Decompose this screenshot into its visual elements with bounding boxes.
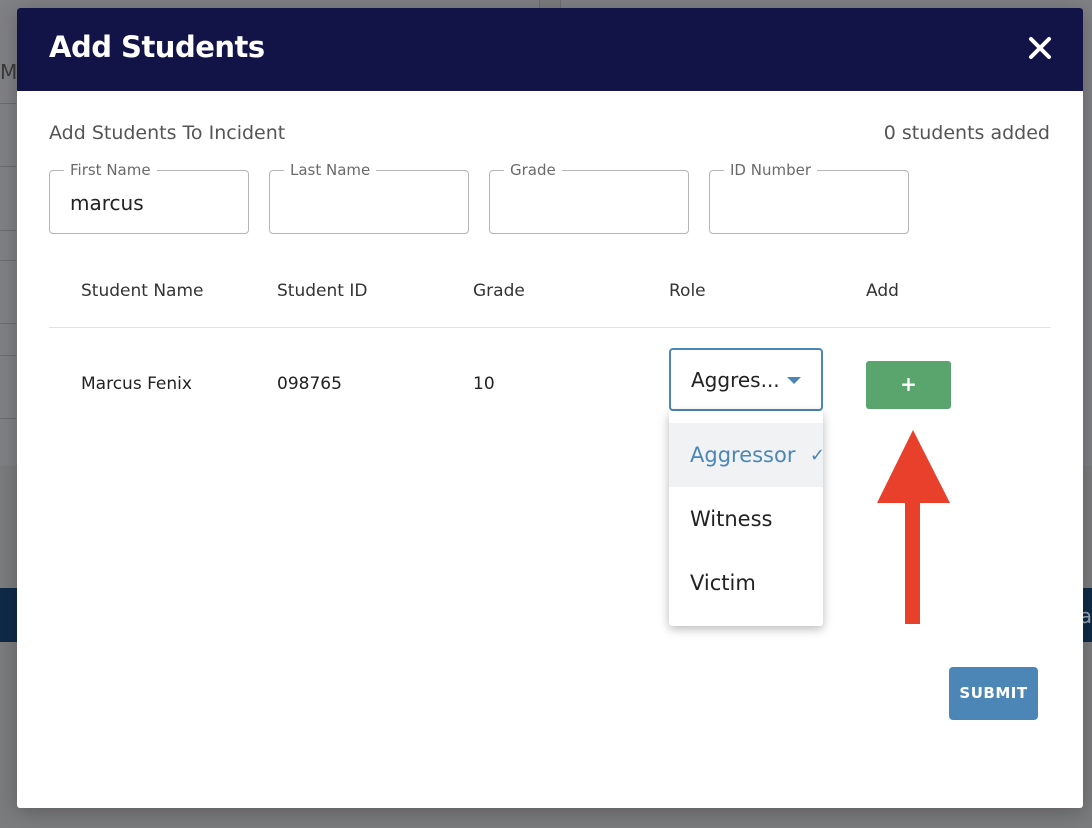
add-students-modal: Add Students Add Students To Incident 0 … [17,8,1083,808]
student-grade-cell: 10 [473,374,495,394]
submit-button-label: SUBMIT [959,684,1028,702]
first-name-label: First Name [64,161,157,179]
column-header-student-name: Student Name [81,281,204,301]
first-name-field[interactable]: First Name [49,161,249,234]
background-row-divider [0,418,16,419]
grade-input[interactable] [510,191,680,215]
background-partial-letter: M [0,60,18,84]
submit-button[interactable]: SUBMIT [949,667,1038,720]
column-header-add: Add [866,281,899,301]
plus-icon: + [900,372,917,396]
modal-title: Add Students [49,30,265,64]
id-number-field[interactable]: ID Number [709,161,909,234]
role-option-aggressor[interactable]: Aggressor ✓ [669,423,823,487]
last-name-label: Last Name [284,161,377,179]
check-icon: ✓ [809,445,823,466]
background-row-divider [0,260,16,261]
role-select-value: Aggres... [691,368,780,392]
column-header-role: Role [669,281,706,301]
id-number-input[interactable] [730,191,900,215]
role-option-witness[interactable]: Witness [669,487,823,551]
grade-field[interactable]: Grade [489,161,689,234]
column-header-grade: Grade [473,281,525,301]
chevron-down-icon [787,377,801,384]
role-option-label: Witness [690,507,773,531]
student-id-cell: 098765 [277,374,342,394]
column-header-student-id: Student ID [277,281,368,301]
id-number-label: ID Number [724,161,817,179]
role-option-victim[interactable]: Victim [669,551,823,615]
background-row-divider [0,323,16,324]
first-name-input[interactable] [70,191,240,215]
section-title: Add Students To Incident [49,122,286,144]
students-added-count: 0 students added [883,122,1050,144]
role-dropdown-menu: Aggressor ✓ Witness Victim [669,411,823,626]
last-name-input[interactable] [290,191,460,215]
background-row-divider [0,230,16,231]
background-row-divider [0,355,16,356]
modal-header: Add Students [17,8,1083,91]
grade-label: Grade [504,161,562,179]
table-header-divider [49,327,1051,328]
background-row-divider [0,166,16,167]
close-icon [1029,37,1051,59]
close-button[interactable] [1027,35,1053,61]
role-option-label: Victim [690,571,756,595]
add-student-button[interactable]: + [866,361,951,409]
student-name-cell: Marcus Fenix [81,374,192,394]
role-option-label: Aggressor [690,443,796,467]
role-select[interactable]: Aggres... [669,348,823,411]
background-row-divider [0,103,16,104]
last-name-field[interactable]: Last Name [269,161,469,234]
